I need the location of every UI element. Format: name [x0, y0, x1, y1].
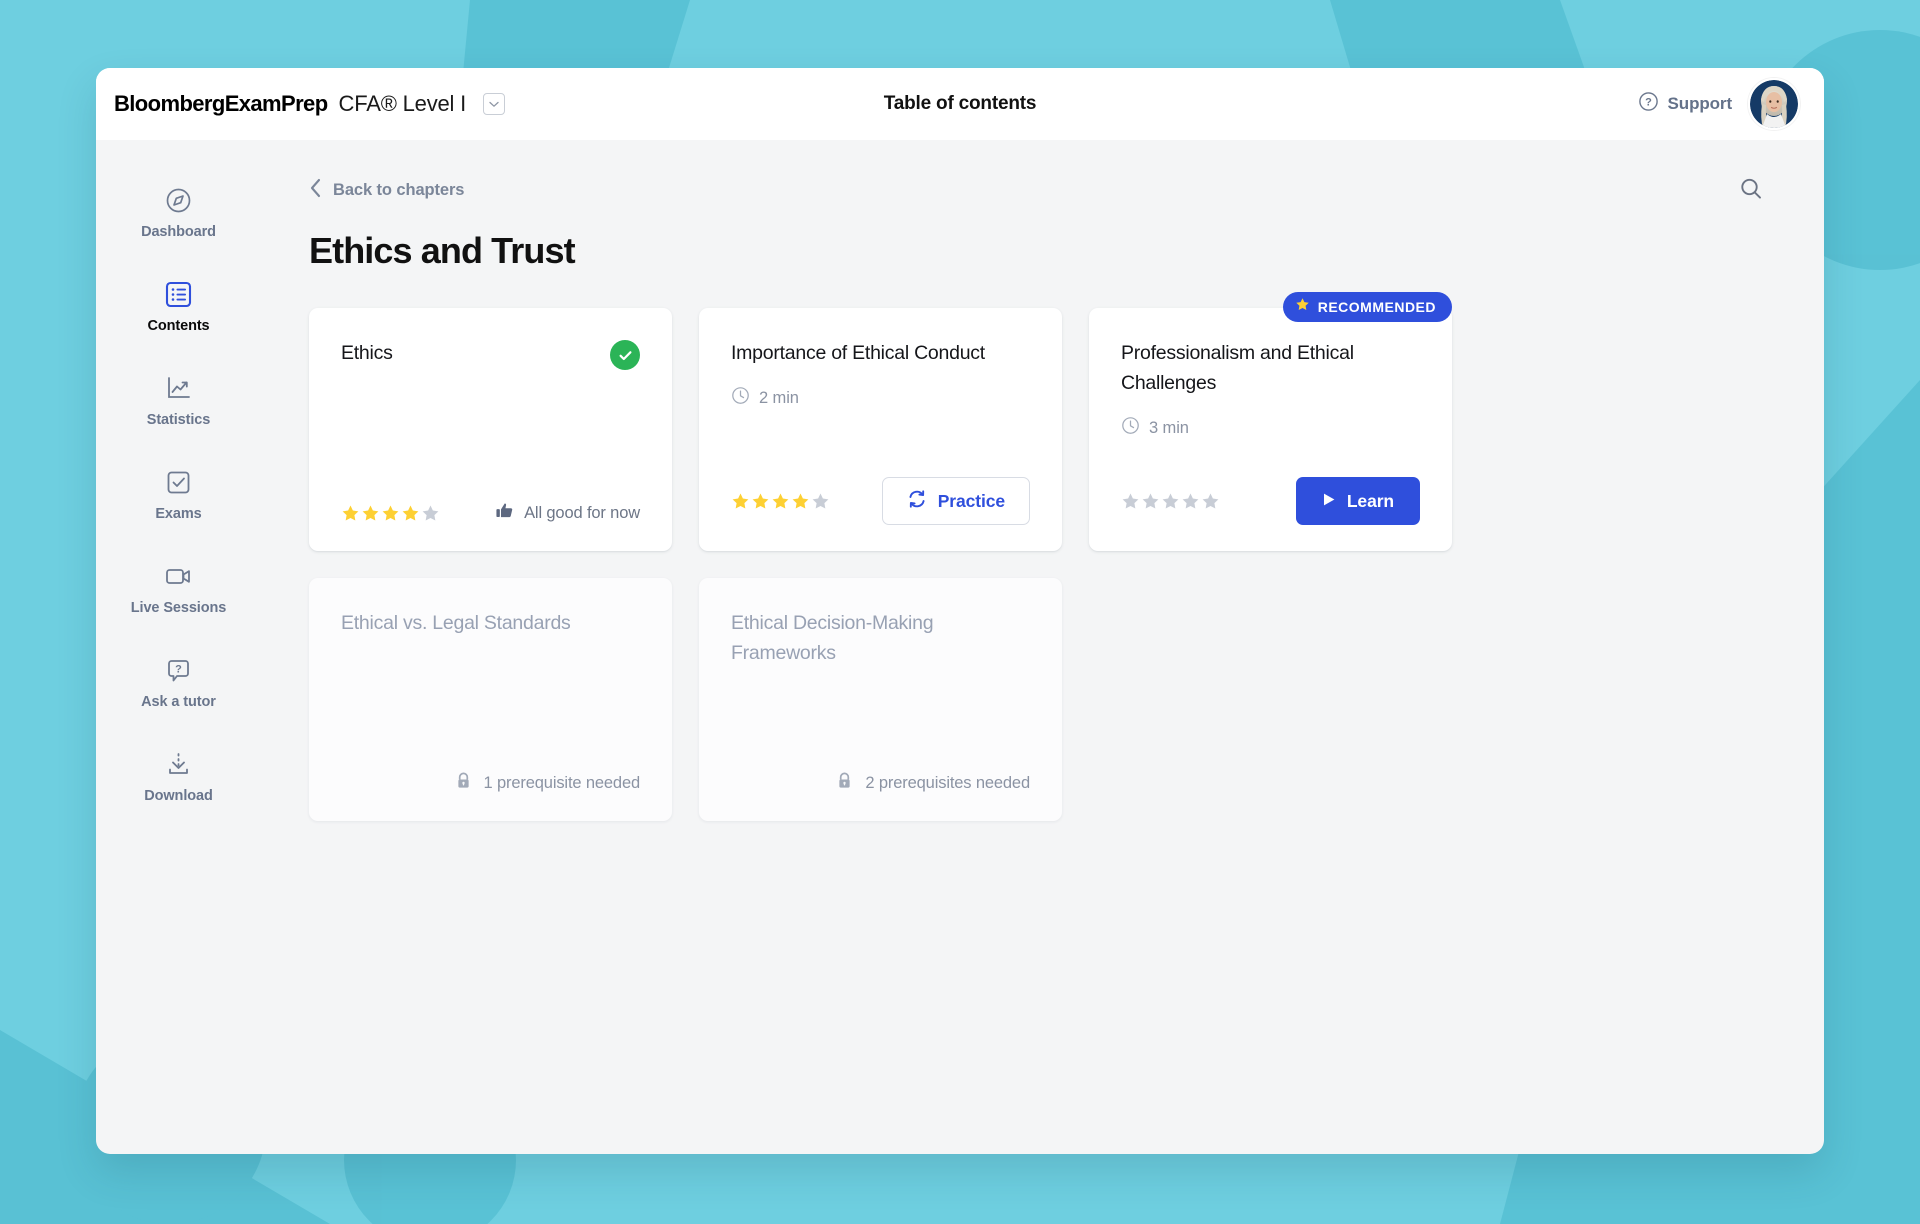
sidebar-item-dashboard[interactable]: Dashboard — [104, 186, 254, 240]
chapter-card-locked: Ethical vs. Legal Standards 1 prerequisi… — [309, 578, 672, 821]
lock-icon — [835, 771, 854, 795]
sidebar-item-exams[interactable]: Exams — [104, 468, 254, 522]
card-lock-text: 1 prerequisite needed — [483, 773, 641, 792]
card-status-text: All good for now — [524, 503, 640, 522]
sidebar-item-label: Dashboard — [141, 224, 216, 240]
card-header: Importance of Ethical Conduct — [731, 338, 1030, 368]
recommended-badge: RECOMMENDED — [1282, 292, 1452, 322]
top-bar-right: ? Support — [1638, 78, 1800, 130]
rating-stars — [1121, 492, 1220, 511]
card-title: Ethical vs. Legal Standards — [341, 612, 571, 634]
sidebar-item-ask-a-tutor[interactable]: ? Ask a tutor — [104, 656, 254, 710]
page-title: Ethics and Trust — [309, 230, 576, 271]
practice-button-label: Practice — [937, 490, 1005, 511]
recommended-label: RECOMMENDED — [1317, 299, 1436, 315]
card-footer: Learn — [1121, 477, 1420, 525]
refresh-icon — [907, 489, 927, 514]
compass-icon — [165, 186, 192, 214]
practice-button[interactable]: Practice — [881, 477, 1030, 525]
clock-icon — [731, 386, 750, 410]
sidebar-item-label: Contents — [147, 318, 210, 334]
sidebar-item-download[interactable]: Download — [104, 750, 254, 804]
sidebar-item-label: Ask a tutor — [141, 694, 216, 710]
clock-icon — [1121, 416, 1140, 440]
card-duration-text: 2 min — [759, 388, 799, 407]
chevron-down-icon[interactable] — [483, 93, 506, 115]
sidebar-item-label: Download — [144, 788, 213, 804]
chapter-card-locked: Ethical Decision-Making Frameworks 2 pre… — [699, 578, 1062, 821]
help-chat-icon: ? — [165, 656, 192, 684]
thumbs-up-icon — [495, 501, 514, 525]
download-icon — [165, 750, 192, 778]
brand-logo-text: BloombergExamPrep — [114, 91, 328, 116]
avatar[interactable] — [1748, 78, 1800, 130]
check-circle-icon — [610, 340, 640, 370]
support-label: Support — [1667, 94, 1733, 113]
main-header: Back to chapters — [309, 178, 1768, 208]
learn-button[interactable]: Learn — [1295, 477, 1420, 525]
chapter-card[interactable]: Ethics All good for now — [309, 308, 672, 551]
card-lock-note: 2 prerequisites needed — [731, 771, 1030, 795]
card-header: Professionalism and Ethical Challenges — [1121, 338, 1420, 398]
search-icon — [1739, 177, 1763, 206]
sidebar-item-label: Exams — [155, 506, 202, 522]
learn-button-label: Learn — [1346, 490, 1394, 511]
app-window: BloombergExamPrep CFA® Level I Table of … — [96, 68, 1824, 1154]
card-duration-text: 3 min — [1149, 418, 1189, 437]
question-circle-icon: ? — [1638, 91, 1659, 117]
card-duration: 3 min — [1121, 416, 1420, 440]
card-header: Ethical Decision-Making Frameworks — [731, 608, 1030, 668]
chapter-card[interactable]: RECOMMENDED Professionalism and Ethical … — [1089, 292, 1452, 551]
support-button[interactable]: ? Support — [1638, 91, 1732, 117]
rating-stars — [341, 504, 440, 523]
back-to-chapters-link[interactable]: Back to chapters — [309, 178, 464, 203]
chapter-card-grid: Ethics All good for now Importance of Et… — [309, 292, 1768, 821]
chevron-left-icon — [309, 178, 322, 203]
card-footer: All good for now — [341, 501, 640, 525]
star-icon — [1295, 297, 1310, 317]
card-header: Ethical vs. Legal Standards — [341, 608, 640, 638]
card-status: All good for now — [495, 501, 640, 525]
search-button[interactable] — [1734, 174, 1768, 208]
chapter-card[interactable]: Importance of Ethical Conduct 2 min Prac… — [699, 308, 1062, 551]
brand-group: BloombergExamPrep CFA® Level I — [114, 91, 506, 117]
sidebar-item-statistics[interactable]: Statistics — [104, 374, 254, 428]
svg-text:?: ? — [1645, 97, 1652, 109]
exam-level-label: CFA® Level I — [338, 91, 467, 116]
video-icon — [164, 562, 193, 590]
back-link-label: Back to chapters — [333, 181, 465, 199]
card-title: Ethical Decision-Making Frameworks — [731, 612, 934, 664]
card-title: Ethics — [341, 342, 393, 364]
card-title: Importance of Ethical Conduct — [731, 342, 985, 364]
sidebar-item-live-sessions[interactable]: Live Sessions — [104, 562, 254, 616]
card-lock-note: 1 prerequisite needed — [341, 771, 640, 795]
checkbox-icon — [165, 468, 192, 496]
main-content: Back to chapters Ethics and Trust Ethics… — [261, 140, 1824, 1154]
lock-icon — [454, 771, 473, 795]
card-title: Professionalism and Ethical Challenges — [1121, 342, 1354, 394]
sidebar-item-label: Live Sessions — [130, 600, 227, 616]
app-body: Dashboard Contents Statistics Exams Live… — [96, 140, 1824, 1154]
sidebar-item-label: Statistics — [146, 412, 211, 428]
chart-icon — [165, 374, 192, 402]
top-bar: BloombergExamPrep CFA® Level I Table of … — [96, 68, 1824, 140]
play-icon — [1322, 491, 1336, 512]
card-lock-text: 2 prerequisites needed — [865, 773, 1030, 792]
rating-stars — [731, 492, 830, 511]
list-icon — [165, 280, 192, 308]
card-duration: 2 min — [731, 386, 1030, 410]
card-footer: Practice — [731, 477, 1030, 525]
card-header: Ethics — [341, 338, 640, 370]
svg-text:?: ? — [175, 663, 182, 675]
sidebar-item-contents[interactable]: Contents — [104, 280, 254, 334]
sidebar: Dashboard Contents Statistics Exams Live… — [96, 140, 261, 1154]
